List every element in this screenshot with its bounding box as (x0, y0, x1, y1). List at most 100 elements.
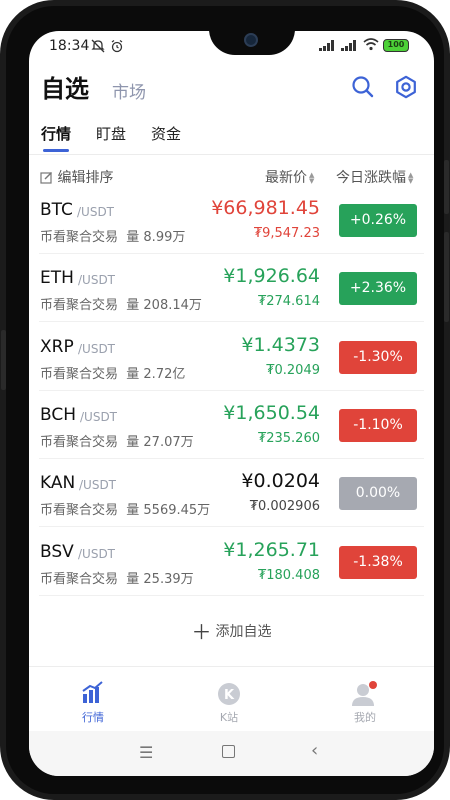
edit-sort-label: 编辑排序 (57, 170, 114, 186)
list-item[interactable]: BCH 币看聚合交易 量 27.07万 ¥1,650.54 ₮235.260 -1.10… (29, 391, 434, 459)
power-button (444, 232, 449, 322)
quote-currency: /USDT (78, 341, 116, 356)
plus-icon: ＋ (191, 620, 212, 644)
last-price: ¥1.4373 (241, 333, 320, 356)
nav-label-me: 我的 (354, 711, 376, 724)
usdt-price: ₮274.614 (257, 294, 320, 310)
front-camera (244, 33, 258, 47)
edit-sort-button[interactable]: 编辑排序 (40, 167, 113, 187)
exchange-source: 币看聚合交易 (40, 230, 119, 245)
exchange-and-volume: 币看聚合交易 量 5569.45万 (40, 499, 210, 518)
edit-icon (40, 172, 52, 184)
system-nav-bar: ☰ ‹ (29, 731, 434, 776)
quote-currency: /USDT (80, 409, 118, 424)
exchange-source: 币看聚合交易 (40, 366, 119, 382)
home-icon[interactable] (222, 745, 235, 758)
change-badge[interactable]: -1.30% (339, 340, 417, 374)
exchange-source: 币看聚合交易 (40, 503, 119, 519)
user-icon (352, 681, 377, 706)
search-icon[interactable] (351, 75, 375, 99)
tab-quotes[interactable]: 行情 (41, 123, 71, 144)
usdt-price: ₮0.002906 (249, 499, 320, 515)
quote-currency: /USDT (77, 205, 115, 219)
sort-arrows-icon: ▲ ▼ (309, 171, 315, 185)
tab-watch[interactable]: 盯盘 (96, 123, 126, 144)
gear-icon[interactable] (394, 75, 418, 99)
price-column-label: 最新价 (265, 170, 307, 186)
change-badge[interactable]: -1.38% (339, 545, 417, 579)
coin-symbol: XRP (40, 336, 74, 357)
quote-currency: /USDT (78, 273, 116, 288)
list-item[interactable]: BTC 币看聚合交易 量 8.99万 ¥66,981.45 ₮9,547.23 +0.2… (29, 186, 434, 254)
usdt-price: ₮235.260 (257, 430, 320, 446)
change-column-label: 今日涨跌幅 (336, 170, 406, 186)
volume-value: 量 27.07万 (126, 434, 194, 450)
phone-frame: 18:34 100 自选 市场 行情 盯盘 资金 编辑排序 最新价 ▲ ▼ 今日… (0, 0, 450, 800)
k-circle-icon: K (218, 683, 240, 705)
price-sort-header[interactable]: 最新价 ▲ ▼ (265, 167, 314, 187)
tab-active-indicator (43, 149, 69, 152)
exchange-and-volume: 币看聚合交易 量 25.39万 (40, 568, 194, 587)
volume-value: 量 2.72亿 (126, 366, 186, 382)
quote-currency: /USDT (78, 546, 116, 561)
volume-value: 量 208.14万 (126, 298, 202, 314)
last-price: ¥1,265.71 (223, 538, 320, 561)
last-price: ¥66,981.45 (211, 197, 320, 219)
volume-value: 量 8.99万 (126, 230, 186, 245)
list-item[interactable]: ETH 币看聚合交易 量 208.14万 ¥1,926.64 ₮274.614 +2.3… (29, 254, 434, 323)
coin-symbol: BSV (40, 541, 74, 562)
exchange-and-volume: 币看聚合交易 量 8.99万 (40, 226, 185, 245)
usdt-price: ₮9,547.23 (253, 226, 320, 241)
display-notch (209, 31, 295, 55)
volume-button (444, 160, 449, 214)
nav-item-me[interactable]: 我的 (335, 679, 395, 724)
usdt-price: ₮0.2049 (266, 362, 320, 378)
exchange-source: 币看聚合交易 (40, 434, 119, 450)
change-badge[interactable]: 0.00% (339, 477, 417, 511)
svg-text:K: K (224, 688, 235, 703)
row-divider (39, 594, 424, 596)
exchange-and-volume: 币看聚合交易 量 208.14万 (40, 294, 202, 313)
list-item[interactable]: XRP 币看聚合交易 量 2.72亿 ¥1.4373 ₮0.2049 -1.30% /US… (29, 323, 434, 391)
list-item[interactable]: KAN 币看聚合交易 量 5569.45万 ¥0.0204 ₮0.002906 0.00… (29, 459, 434, 528)
status-time: 18:34 (49, 38, 90, 54)
menu-icon[interactable]: ☰ (139, 743, 153, 762)
signal-1-icon (319, 40, 335, 51)
change-sort-header[interactable]: 今日涨跌幅 ▲ ▼ (336, 167, 413, 187)
last-price: ¥0.0204 (241, 470, 320, 493)
change-badge[interactable]: +0.26% (339, 204, 417, 237)
coin-symbol: ETH (40, 268, 74, 289)
change-badge[interactable]: +2.36% (339, 272, 417, 306)
sort-arrows-icon: ▲ ▼ (408, 171, 414, 185)
wifi-icon (363, 38, 379, 54)
exchange-source: 币看聚合交易 (40, 298, 119, 314)
coin-symbol: BCH (40, 404, 77, 425)
last-price: ¥1,650.54 (223, 401, 320, 424)
signal-2-icon (341, 40, 357, 51)
last-price: ¥1,926.64 (223, 265, 320, 288)
exchange-source: 币看聚合交易 (40, 571, 119, 587)
nav-divider (29, 666, 434, 667)
change-badge[interactable]: -1.10% (339, 408, 417, 442)
volume-value: 量 5569.45万 (126, 503, 211, 519)
coin-symbol: KAN (40, 473, 76, 494)
tabs-divider (29, 154, 434, 155)
tab-funds[interactable]: 资金 (151, 123, 181, 144)
market-tab-link[interactable]: 市场 (112, 78, 146, 103)
coin-symbol: BTC (40, 200, 73, 220)
nav-item-kstation[interactable]: K K站 (199, 679, 259, 724)
back-icon[interactable]: ‹ (311, 740, 318, 761)
nav-item-quotes[interactable]: 行情 (63, 679, 123, 724)
usdt-price: ₮180.408 (257, 567, 320, 583)
add-watchlist-label: 添加自选 (215, 624, 272, 640)
battery-indicator: 100 (383, 39, 409, 52)
add-watchlist-button[interactable]: ＋添加自选 (29, 616, 434, 645)
page-title: 自选 (41, 75, 89, 103)
volume-value: 量 25.39万 (126, 571, 194, 587)
mute-icon (91, 39, 105, 56)
alarm-icon (110, 39, 124, 56)
quote-currency: /USDT (79, 478, 117, 493)
list-item[interactable]: BSV 币看聚合交易 量 25.39万 ¥1,265.71 ₮180.408 -1.38… (29, 528, 434, 596)
chart-bars-icon (82, 681, 103, 703)
app-screen: 18:34 100 自选 市场 行情 盯盘 资金 编辑排序 最新价 ▲ ▼ 今日… (29, 31, 434, 776)
